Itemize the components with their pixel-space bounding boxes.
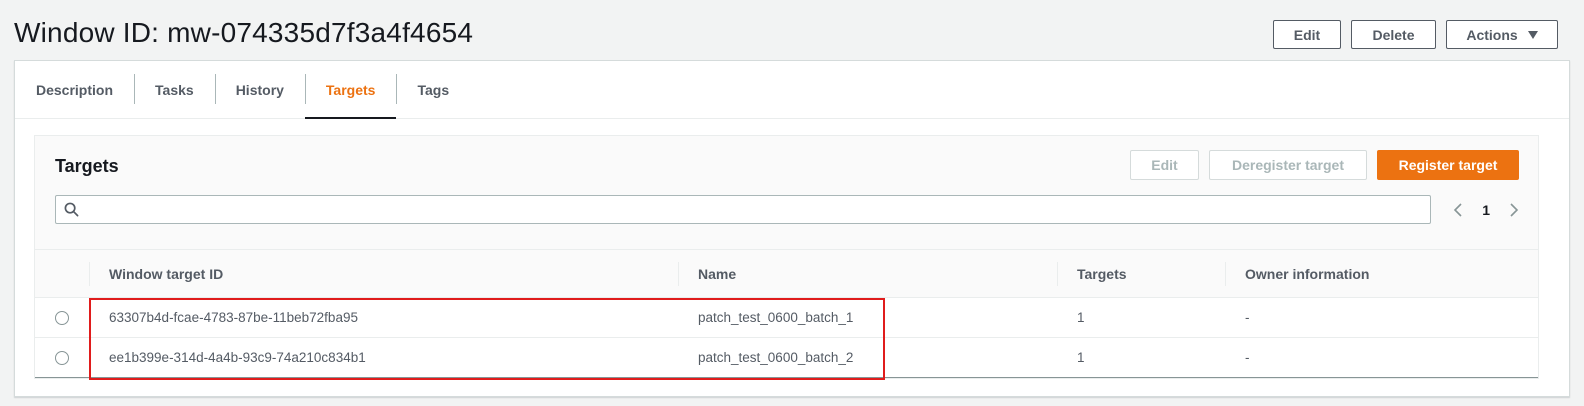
- targets-actions: Edit Deregister target Register target: [1130, 150, 1519, 180]
- header-select: [35, 250, 89, 297]
- header-actions: Edit Delete Actions: [1273, 20, 1558, 49]
- cell-owner-information: -: [1245, 310, 1250, 325]
- row-select: [35, 338, 89, 377]
- header-owner-information[interactable]: Owner information: [1225, 250, 1538, 297]
- chevron-left-icon[interactable]: [1452, 200, 1464, 220]
- tab-tags[interactable]: Tags: [396, 61, 470, 119]
- actions-dropdown-button[interactable]: Actions: [1446, 20, 1558, 49]
- targets-section: Targets Edit Deregister target Register …: [34, 135, 1539, 380]
- caret-down-icon: [1527, 30, 1538, 39]
- cell-targets: 1: [1077, 350, 1085, 365]
- maintenance-window-panel: Description Tasks History Targets Tags T…: [14, 60, 1570, 397]
- delete-button[interactable]: Delete: [1351, 20, 1436, 49]
- targets-table: Window target ID Name Targets Owner info…: [35, 249, 1538, 378]
- header-targets[interactable]: Targets: [1057, 250, 1225, 297]
- search-box: [55, 195, 1431, 224]
- tab-description[interactable]: Description: [15, 61, 134, 119]
- tab-bar: Description Tasks History Targets Tags: [15, 61, 1569, 119]
- cell-name: patch_test_0600_batch_1: [698, 310, 854, 325]
- cell-targets: 1: [1077, 310, 1085, 325]
- targets-title: Targets: [55, 156, 119, 176]
- header-name[interactable]: Name: [678, 250, 1057, 297]
- row-radio[interactable]: [55, 350, 69, 365]
- actions-label: Actions: [1466, 26, 1518, 43]
- edit-button[interactable]: Edit: [1273, 20, 1341, 49]
- page-number[interactable]: 1: [1482, 202, 1490, 218]
- edit-target-button[interactable]: Edit: [1130, 150, 1199, 180]
- tab-tasks[interactable]: Tasks: [134, 61, 215, 119]
- page-title: Window ID: mw-074335d7f3a4f4654: [14, 17, 474, 48]
- chevron-right-icon[interactable]: [1508, 200, 1520, 220]
- table-row[interactable]: ee1b399e-314d-4a4b-93c9-74a210c834b1 pat…: [35, 338, 1538, 378]
- cell-owner-information: -: [1245, 350, 1250, 365]
- table-header: Window target ID Name Targets Owner info…: [35, 249, 1538, 298]
- register-target-button[interactable]: Register target: [1377, 150, 1519, 180]
- cell-name: patch_test_0600_batch_2: [698, 350, 854, 365]
- row-select: [35, 298, 89, 337]
- pagination: 1: [1452, 196, 1520, 224]
- cell-window-target-id: 63307b4d-fcae-4783-87be-11beb72fba95: [109, 310, 358, 325]
- row-radio[interactable]: [55, 310, 69, 325]
- search-input[interactable]: [86, 196, 1430, 223]
- header-window-target-id[interactable]: Window target ID: [89, 250, 678, 297]
- search-icon: [56, 196, 86, 223]
- tab-history[interactable]: History: [214, 61, 305, 119]
- table-row[interactable]: 63307b4d-fcae-4783-87be-11beb72fba95 pat…: [35, 298, 1538, 338]
- deregister-target-button[interactable]: Deregister target: [1209, 150, 1367, 180]
- cell-window-target-id: ee1b399e-314d-4a4b-93c9-74a210c834b1: [109, 350, 366, 365]
- tab-targets[interactable]: Targets: [304, 61, 397, 119]
